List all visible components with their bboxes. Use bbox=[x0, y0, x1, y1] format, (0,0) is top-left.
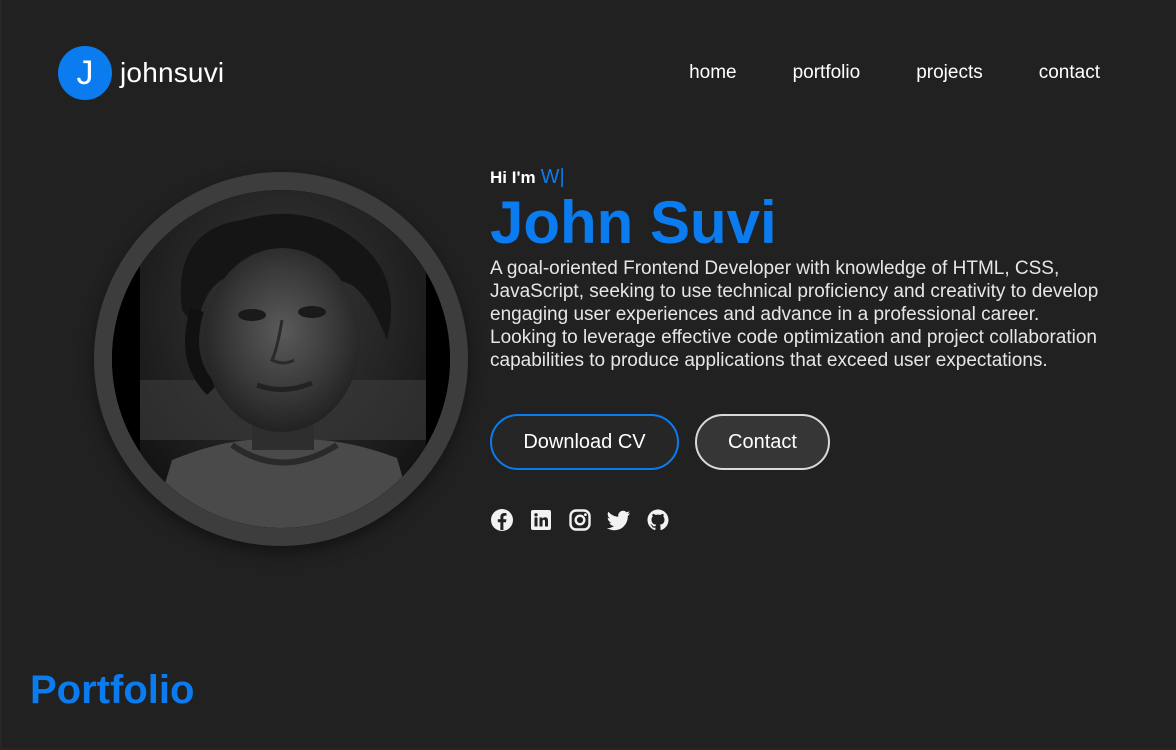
nav-portfolio-link[interactable]: portfolio bbox=[793, 62, 861, 84]
contact-button[interactable]: Contact bbox=[695, 414, 830, 470]
brand-name: johnsuvi bbox=[120, 57, 225, 88]
linkedin-icon[interactable] bbox=[529, 508, 553, 532]
nav-home-link[interactable]: home bbox=[689, 62, 737, 84]
hero-buttons: Download CV Contact bbox=[490, 414, 1110, 470]
download-cv-button[interactable]: Download CV bbox=[490, 414, 679, 470]
twitter-icon[interactable] bbox=[606, 508, 631, 532]
social-links bbox=[490, 508, 1110, 532]
instagram-icon[interactable] bbox=[568, 508, 592, 532]
hero-section: Hi I'm W| John Suvi A goal-oriented Fron… bbox=[490, 166, 1110, 532]
greeting-line: Hi I'm W| bbox=[490, 166, 1110, 189]
nav-projects-link[interactable]: projects bbox=[916, 62, 983, 84]
hero-bio: A goal-oriented Frontend Developer with … bbox=[490, 258, 1099, 371]
typed-text: W| bbox=[540, 166, 565, 188]
nav-contact-link[interactable]: contact bbox=[1039, 62, 1100, 84]
portfolio-section-title: Portfolio bbox=[30, 668, 195, 712]
hero-name: John Suvi bbox=[490, 189, 777, 256]
logo-badge: J bbox=[58, 46, 112, 100]
profile-photo bbox=[112, 190, 450, 528]
profile-photo-frame bbox=[94, 172, 468, 546]
facebook-icon[interactable] bbox=[490, 508, 514, 532]
main-nav: home portfolio projects contact bbox=[689, 62, 1100, 84]
logo[interactable]: J johnsuvi bbox=[58, 46, 224, 100]
github-icon[interactable] bbox=[646, 508, 670, 532]
greeting-text: Hi I'm bbox=[490, 168, 536, 187]
